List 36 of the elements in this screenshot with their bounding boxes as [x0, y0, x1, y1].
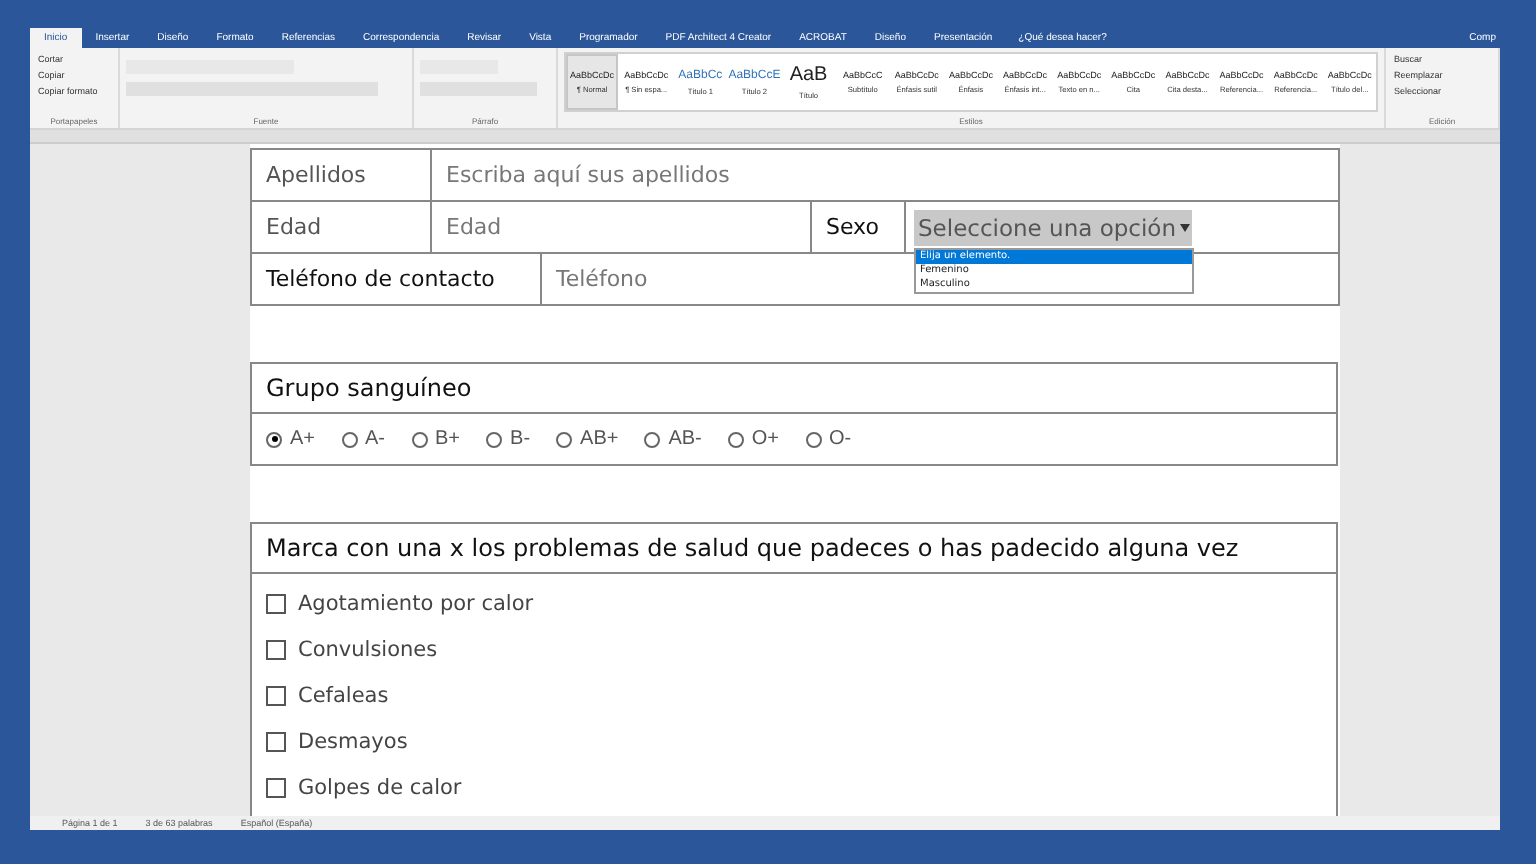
radio-button[interactable]	[556, 431, 573, 447]
checkbox-label: Desmayos	[298, 729, 408, 753]
radio-label: AB+	[580, 428, 619, 450]
sex-dropdown[interactable]: Seleccione una opción	[914, 209, 1192, 245]
table-cell: Edad	[251, 201, 431, 253]
checkbox[interactable]	[266, 731, 286, 751]
radio-button[interactable]	[411, 431, 428, 447]
table-cell: Teléfono de contacto	[251, 253, 541, 305]
radio-label: O-	[829, 428, 852, 450]
caret-icon	[1180, 223, 1190, 231]
checkbox[interactable]	[266, 777, 286, 797]
section-title: Grupo sanguíneo	[252, 364, 1336, 414]
table-cell: Sexo	[811, 201, 905, 253]
radio-button[interactable]	[341, 431, 358, 447]
radio-button[interactable]	[805, 431, 822, 447]
radio-label: O+	[751, 428, 780, 450]
checkbox-label: Golpes de calor	[298, 775, 462, 799]
table-cell: Apellidos	[251, 149, 431, 201]
checkbox-label: Convulsiones	[298, 637, 438, 661]
input-field[interactable]: Escriba aquí sus apellidos	[431, 149, 1339, 201]
radio-label: A-	[365, 428, 386, 450]
radio-button[interactable]	[266, 431, 282, 447]
checkbox-label: Cefaleas	[298, 683, 389, 707]
radio-label: A+	[290, 428, 316, 450]
checkbox[interactable]	[266, 639, 286, 659]
checkbox-label: Agotamiento por calor	[298, 591, 534, 615]
radio-button[interactable]	[644, 431, 661, 447]
input-field[interactable]: Edad	[431, 201, 811, 253]
radio-button[interactable]	[727, 431, 744, 447]
radio-label: AB-	[668, 428, 702, 450]
section-title: Marca con una x los problemas de salud que padeces o has padecido alguna vez	[252, 524, 1336, 574]
radio-button[interactable]	[486, 431, 503, 447]
radio-label: B+	[435, 428, 461, 450]
checkbox[interactable]	[266, 685, 286, 705]
checkbox[interactable]	[266, 593, 286, 613]
radio-label: B-	[510, 428, 531, 450]
